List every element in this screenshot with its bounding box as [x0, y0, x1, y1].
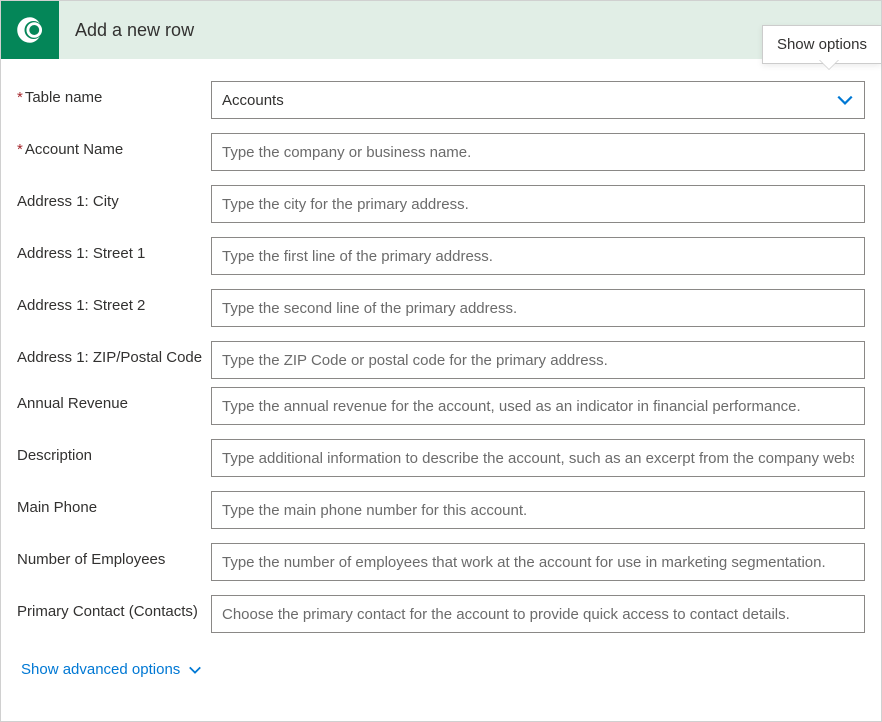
chevron-down-icon: [188, 663, 202, 677]
label-annual-revenue: Annual Revenue: [17, 387, 211, 412]
label-addr-street1: Address 1: Street 1: [17, 237, 211, 262]
row-addr-zip: Address 1: ZIP/Postal Code: [17, 341, 865, 379]
label-addr-street2: Address 1: Street 2: [17, 289, 211, 314]
row-annual-revenue: Annual Revenue: [17, 387, 865, 425]
show-advanced-options-link[interactable]: Show advanced options: [21, 661, 202, 678]
row-addr-city: Address 1: City: [17, 185, 865, 223]
row-num-employees: Number of Employees: [17, 543, 865, 581]
label-main-phone: Main Phone: [17, 491, 211, 516]
main-phone-input[interactable]: [211, 491, 865, 529]
card-header: Add a new row Show options: [1, 1, 881, 59]
addr-zip-input[interactable]: [211, 341, 865, 379]
advanced-options-label: Show advanced options: [21, 661, 180, 678]
primary-contact-input[interactable]: [211, 595, 865, 633]
form-body: *Table name Accounts *Account Name Addre…: [1, 59, 881, 688]
row-primary-contact: Primary Contact (Contacts): [17, 595, 865, 633]
label-addr-city: Address 1: City: [17, 185, 211, 210]
description-input[interactable]: [211, 439, 865, 477]
row-addr-street1: Address 1: Street 1: [17, 237, 865, 275]
annual-revenue-input[interactable]: [211, 387, 865, 425]
row-addr-street2: Address 1: Street 2: [17, 289, 865, 327]
connector-icon: [1, 1, 59, 59]
show-options-label: Show options: [777, 36, 867, 53]
label-primary-contact: Primary Contact (Contacts): [17, 595, 211, 620]
row-main-phone: Main Phone: [17, 491, 865, 529]
label-description: Description: [17, 439, 211, 464]
row-description: Description: [17, 439, 865, 477]
label-num-employees: Number of Employees: [17, 543, 211, 568]
label-table-name: *Table name: [17, 81, 211, 106]
num-employees-input[interactable]: [211, 543, 865, 581]
label-account-name: *Account Name: [17, 133, 211, 158]
addr-street2-input[interactable]: [211, 289, 865, 327]
required-asterisk: *: [17, 89, 23, 106]
row-account-name: *Account Name: [17, 133, 865, 171]
row-table-name: *Table name Accounts: [17, 81, 865, 119]
label-addr-zip: Address 1: ZIP/Postal Code: [17, 341, 211, 366]
table-name-value: Accounts: [222, 92, 284, 109]
table-name-select[interactable]: Accounts: [211, 81, 865, 119]
addr-city-input[interactable]: [211, 185, 865, 223]
card-title: Add a new row: [75, 20, 194, 41]
callout-beak-icon: [819, 59, 839, 69]
chevron-down-icon: [836, 91, 854, 109]
addr-street1-input[interactable]: [211, 237, 865, 275]
required-asterisk: *: [17, 141, 23, 158]
account-name-input[interactable]: [211, 133, 865, 171]
